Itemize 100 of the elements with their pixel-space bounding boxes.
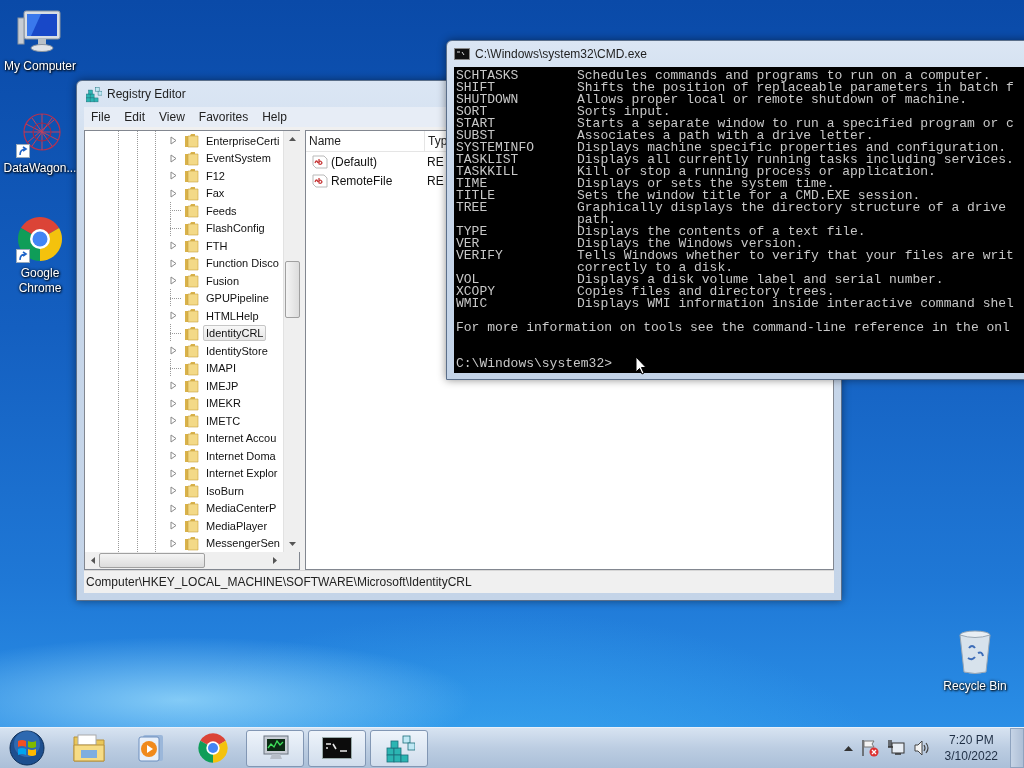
menu-item[interactable]: View xyxy=(152,108,192,126)
menu-item[interactable]: Favorites xyxy=(191,108,256,126)
start-button[interactable] xyxy=(6,729,48,767)
folder-icon xyxy=(184,203,200,219)
folder-icon xyxy=(184,360,200,376)
tree-item[interactable]: IsoBurn xyxy=(203,482,247,499)
command-description: Displays WMI information inside interactive command shel xyxy=(577,298,1014,310)
command-name: VOL xyxy=(456,274,480,286)
folder-icon xyxy=(184,483,200,499)
tree-item[interactable]: IMETC xyxy=(203,412,244,429)
value-name[interactable]: RemoteFile xyxy=(306,172,425,189)
tree-item[interactable]: IMEJP xyxy=(203,377,242,394)
command-description: Associates a path with a drive letter. xyxy=(577,130,874,142)
scrollbar-thumb[interactable] xyxy=(99,553,205,568)
tree-item[interactable]: Fusion xyxy=(203,272,243,289)
command-name: TITLE xyxy=(456,190,496,202)
command-description: Displays the Windows version. xyxy=(577,238,804,250)
command-description: Tells Windows whether to verify that your files are writ xyxy=(577,250,1014,262)
command-description: Shifts the position of replaceable parameters in batch f xyxy=(577,82,1014,94)
desktop-icon-label[interactable]: Recycle Bin xyxy=(936,679,1014,694)
tree-item[interactable]: GPUPipeline xyxy=(203,290,272,307)
tree-item[interactable]: IdentityStore xyxy=(203,342,271,359)
tree-item[interactable]: F12 xyxy=(203,167,228,184)
desktop-icon-label[interactable]: My Computer xyxy=(1,59,79,74)
scroll-right-icon xyxy=(273,557,277,564)
folder-icon xyxy=(184,133,200,149)
value-name[interactable]: (Default) xyxy=(306,153,425,170)
command-description: Displays the contents of a text file. xyxy=(577,226,866,238)
clock-date[interactable]: 3/10/2022 xyxy=(944,748,998,764)
scroll-up-icon xyxy=(288,137,296,141)
menu-item[interactable]: Edit xyxy=(117,108,153,126)
tree-item[interactable]: MediaPlayer xyxy=(203,517,271,534)
value-type: RE xyxy=(426,154,444,169)
command-name: TASKLIST xyxy=(456,154,520,166)
speaker-icon xyxy=(912,739,931,757)
folder-icon xyxy=(184,290,200,306)
tree-item[interactable]: EnterpriseCerti xyxy=(203,132,283,149)
console-text: For more information on tools see the command-line reference in the onl xyxy=(456,322,1011,334)
scrollbar-thumb[interactable] xyxy=(284,261,300,318)
folder-icon xyxy=(184,185,200,201)
folder-icon xyxy=(184,500,200,516)
folder-icon xyxy=(184,448,200,464)
tree-item[interactable]: EventSystem xyxy=(203,150,274,167)
flag-icon xyxy=(860,739,879,757)
tree-item[interactable]: Feeds xyxy=(203,202,240,219)
command-prompt[interactable]: C:\Windows\system32> xyxy=(456,358,1024,370)
command-description: path. xyxy=(577,214,616,226)
desktop-icon-label[interactable]: DataWagon... xyxy=(1,161,79,176)
folder-icon xyxy=(184,220,200,236)
command-name: VER xyxy=(456,238,480,250)
command-name: SCHTASKS xyxy=(456,70,520,82)
column-header[interactable]: Name xyxy=(306,131,425,151)
tree-item[interactable]: IMEKR xyxy=(203,395,244,412)
command-name: START xyxy=(456,118,496,130)
media-player-icon xyxy=(137,733,165,763)
taskbar-button[interactable] xyxy=(246,729,304,767)
command-description: Sets the window title for a CMD.EXE session. xyxy=(577,190,921,202)
folder-icon xyxy=(184,343,200,359)
status-bar-path: Computer\HKEY_LOCAL_MACHINE\SOFTWARE\Microsoft\IdentityCRL xyxy=(86,575,472,589)
terminal-icon xyxy=(322,737,352,759)
folder-icon xyxy=(184,378,200,394)
taskbar-button[interactable] xyxy=(308,729,366,767)
command-name: SORT xyxy=(456,106,488,118)
clock-time[interactable]: 7:20 PM xyxy=(948,732,994,748)
menu-item[interactable]: Help xyxy=(255,108,294,126)
folder-icon xyxy=(184,168,200,184)
tree-item[interactable]: MessengerSen xyxy=(203,535,283,552)
registry-cubes-icon xyxy=(383,732,415,764)
horizontal-scrollbar[interactable] xyxy=(85,552,299,569)
tree-item[interactable]: IMAPI xyxy=(203,360,239,377)
command-name: TIME xyxy=(456,178,488,190)
tree-item[interactable]: Internet Doma xyxy=(203,447,279,464)
string-value-icon xyxy=(312,172,328,189)
tree-item[interactable]: IdentityCRL xyxy=(203,325,267,342)
tree-item[interactable]: Fax xyxy=(203,185,228,202)
menu-item[interactable]: File xyxy=(84,108,118,126)
tree-item[interactable]: FlashConfig xyxy=(203,220,268,237)
folder-icon xyxy=(184,325,200,341)
tree-item[interactable]: Internet Explor xyxy=(203,465,281,482)
command-description: Displays or sets the system time. xyxy=(577,178,835,190)
command-name: XCOPY xyxy=(456,286,496,298)
string-value-icon xyxy=(312,153,328,170)
tree-item[interactable]: HTMLHelp xyxy=(203,307,262,324)
folder-icon xyxy=(184,535,200,551)
folder-icon xyxy=(184,238,200,254)
command-description: Displays all currently running tasks including services. xyxy=(577,154,1014,166)
tree-item[interactable]: MediaCenterP xyxy=(203,500,280,517)
command-description: Schedules commands and programs to run on a computer. xyxy=(577,70,991,82)
window-title: Registry Editor xyxy=(107,87,186,101)
show-desktop-button[interactable] xyxy=(1010,728,1024,768)
command-name: SUBST xyxy=(456,130,495,142)
tree-item[interactable]: FTH xyxy=(203,237,231,254)
desktop-icon-label[interactable]: Google Chrome xyxy=(1,266,79,296)
command-description: Sorts input. xyxy=(577,106,671,118)
command-name: VERIFY xyxy=(456,250,504,262)
command-description: Graphically displays the directory structure of a drive xyxy=(577,202,1007,214)
tree-item[interactable]: Function Disco xyxy=(203,255,282,272)
command-name: SHIFT xyxy=(456,82,495,94)
command-name: SHUTDOWN xyxy=(456,94,520,106)
tree-item[interactable]: Internet Accou xyxy=(203,430,280,447)
